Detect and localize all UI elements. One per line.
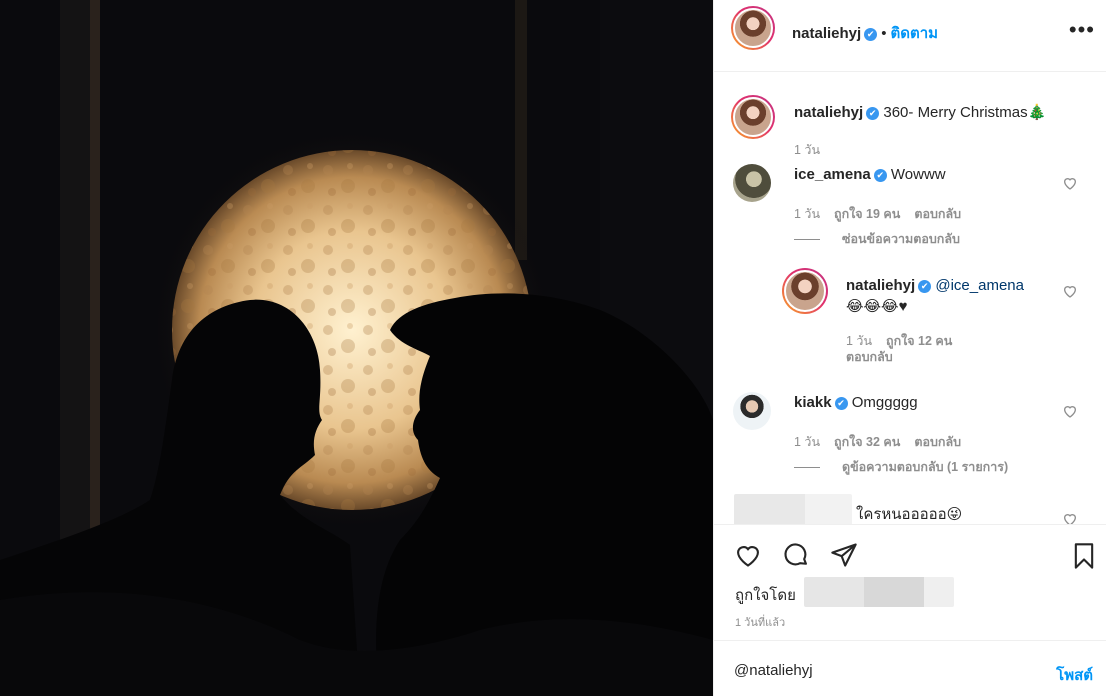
thread-line — [794, 239, 820, 241]
reply-likes[interactable]: ถูกใจ 12 คน — [886, 334, 952, 348]
verified-badge-icon: ✔ — [866, 106, 880, 120]
comment-item: kiakk ✔ Omggggg — [794, 394, 918, 411]
comment-likes[interactable]: ถูกใจ 32 คน — [834, 435, 900, 449]
verified-badge-icon: ✔ — [834, 396, 848, 410]
comment-meta: 1 วัน ถูกใจ 32 คน ตอบกลับ — [794, 432, 975, 452]
reply-username[interactable]: nataliehyj — [846, 277, 915, 294]
reply-item: nataliehyj ✔ @ice_amena 😂😂😂♥ — [846, 275, 1046, 317]
verified-badge-icon: ✔ — [873, 168, 887, 182]
view-replies-label: ดูข้อความตอบกลับ (1 รายการ) — [842, 460, 1009, 474]
post-header: nataliehyj ✔ • ติดตาม ••• — [714, 0, 1106, 72]
liked-by-label: ถูกใจโดย — [735, 587, 796, 604]
reply-like-heart-icon[interactable] — [1062, 283, 1078, 299]
author-avatar[interactable] — [731, 6, 775, 50]
caption: nataliehyj ✔ 360- Merry Christmas🎄 — [794, 103, 1046, 121]
comment-like-heart-icon[interactable] — [1062, 511, 1078, 524]
share-send-icon[interactable] — [829, 541, 859, 569]
liked-by: ถูกใจโดย — [735, 583, 796, 607]
caption-time[interactable]: 1 วัน — [794, 143, 820, 157]
comment-meta: 1 วัน ถูกใจ 19 คน ตอบกลับ — [794, 204, 975, 224]
follow-button[interactable]: ติดตาม — [890, 25, 938, 42]
like-heart-icon[interactable] — [733, 541, 763, 569]
verified-badge-icon: ✔ — [918, 279, 932, 293]
post-actions: ถูกใจโดย 1 วันที่แล้ว — [714, 524, 1106, 640]
reply-text: 😂😂😂♥ — [846, 298, 908, 315]
comment-input[interactable] — [734, 659, 1034, 681]
reply-meta: 1 วัน ถูกใจ 12 คนตอบกลับ — [846, 333, 986, 365]
post-comment-button[interactable]: โพสต์ — [1056, 663, 1093, 687]
comment-item: ใครหนอออออ😜 — [856, 502, 962, 524]
verified-badge-icon: ✔ — [864, 27, 878, 41]
comment-username[interactable]: kiakk — [794, 394, 832, 411]
post-photo[interactable] — [0, 0, 713, 696]
comment-composer: โพสต์ — [714, 640, 1106, 696]
post-timestamp[interactable]: 1 วันที่แล้ว — [735, 613, 785, 631]
comment-bubble-icon[interactable] — [781, 541, 811, 569]
comment-avatar[interactable] — [733, 392, 771, 430]
comments-list[interactable]: nataliehyj ✔ 360- Merry Christmas🎄 1 วัน … — [714, 72, 1106, 524]
comment-like-heart-icon[interactable] — [1062, 175, 1078, 191]
reply-time[interactable]: 1 วัน — [846, 334, 872, 348]
redacted-liked-by-users — [804, 577, 954, 607]
redacted-username — [734, 494, 852, 524]
comment-time[interactable]: 1 วัน — [794, 435, 820, 449]
reply-mention[interactable]: @ice_amena — [935, 277, 1024, 294]
hide-replies-toggle[interactable]: ซ่อนข้อความตอบกลับ — [794, 229, 960, 249]
thread-line — [794, 467, 820, 469]
caption-avatar[interactable] — [731, 95, 775, 139]
caption-text: 360- Merry Christmas🎄 — [883, 104, 1047, 121]
comment-like-heart-icon[interactable] — [1062, 403, 1078, 419]
caption-username[interactable]: nataliehyj — [794, 104, 863, 121]
reply-button[interactable]: ตอบกลับ — [846, 350, 893, 364]
reply-button[interactable]: ตอบกลับ — [914, 207, 961, 221]
comment-time[interactable]: 1 วัน — [794, 207, 820, 221]
post-sidebar: nataliehyj ✔ • ติดตาม ••• nataliehyj ✔ 360- … — [713, 0, 1106, 696]
reply-avatar[interactable] — [782, 268, 828, 314]
post-photo-image — [0, 0, 713, 696]
comment-username[interactable]: ice_amena — [794, 166, 871, 183]
view-replies-toggle[interactable]: ดูข้อความตอบกลับ (1 รายการ) — [794, 457, 1008, 477]
comment-text: Omggggg — [851, 394, 918, 411]
caption-meta: 1 วัน — [794, 140, 834, 160]
hide-replies-label: ซ่อนข้อความตอบกลับ — [842, 232, 960, 246]
separator-dot: • — [881, 25, 887, 42]
comment-avatar[interactable] — [733, 164, 771, 202]
more-options-icon[interactable]: ••• — [1069, 19, 1095, 41]
comment-text: ใครหนอออออ😜 — [856, 506, 963, 523]
author-username[interactable]: nataliehyj — [792, 25, 861, 42]
save-bookmark-icon[interactable] — [1070, 541, 1098, 571]
reply-button[interactable]: ตอบกลับ — [914, 435, 961, 449]
comment-text: Wowww — [890, 166, 946, 183]
comment-likes[interactable]: ถูกใจ 19 คน — [834, 207, 900, 221]
comment-item: ice_amena ✔ Wowww — [794, 166, 946, 183]
author-line: nataliehyj ✔ • ติดตาม — [792, 21, 938, 45]
